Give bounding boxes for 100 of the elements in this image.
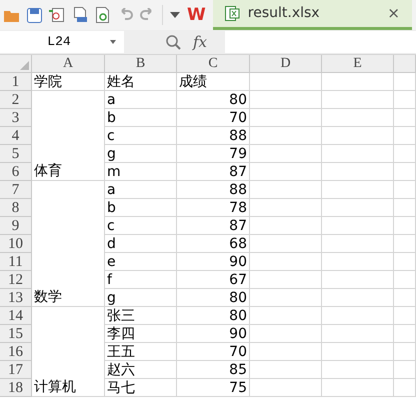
document-icon[interactable] bbox=[49, 7, 65, 23]
table-cell: d bbox=[105, 235, 177, 253]
empty-cell bbox=[322, 73, 394, 91]
empty-cell bbox=[394, 73, 416, 91]
empty-cell bbox=[250, 289, 322, 307]
table-cell: 80 bbox=[177, 91, 250, 109]
empty-cell bbox=[322, 199, 394, 217]
table-cell: 87 bbox=[177, 163, 250, 181]
empty-cell bbox=[394, 163, 416, 181]
preview-icon[interactable] bbox=[95, 7, 111, 23]
row-header: 7 bbox=[0, 181, 32, 199]
empty-cell bbox=[250, 163, 322, 181]
empty-cell bbox=[322, 343, 394, 361]
empty-cell bbox=[250, 217, 322, 235]
table-cell: e bbox=[105, 253, 177, 271]
row-header: 1 bbox=[0, 73, 32, 91]
empty-cell bbox=[394, 127, 416, 145]
table-cell: b bbox=[105, 109, 177, 127]
table-cell: 体育 bbox=[34, 162, 62, 180]
table-cell: 78 bbox=[177, 199, 250, 217]
table-cell: 90 bbox=[177, 253, 250, 271]
empty-cell bbox=[322, 325, 394, 343]
table-cell: 70 bbox=[177, 343, 250, 361]
printer-icon[interactable] bbox=[72, 7, 88, 23]
table-cell: 68 bbox=[177, 235, 250, 253]
empty-cell bbox=[394, 379, 416, 397]
table-cell: 80 bbox=[177, 289, 250, 307]
app-logo[interactable]: W bbox=[187, 6, 206, 24]
table-cell: 87 bbox=[177, 217, 250, 235]
function-button[interactable]: fx bbox=[193, 30, 208, 54]
table-cell: 张三 bbox=[105, 307, 177, 325]
close-button[interactable]: × bbox=[387, 2, 400, 25]
table-cell: 85 bbox=[177, 361, 250, 379]
empty-cell bbox=[394, 361, 416, 379]
empty-cell bbox=[250, 253, 322, 271]
empty-cell bbox=[394, 343, 416, 361]
search-icon[interactable] bbox=[166, 34, 181, 50]
table-cell: c bbox=[105, 217, 177, 235]
empty-cell bbox=[322, 361, 394, 379]
empty-cell bbox=[394, 145, 416, 163]
column-header: B bbox=[105, 55, 177, 73]
table-cell: g bbox=[105, 289, 177, 307]
name-box[interactable]: L24 bbox=[0, 31, 124, 53]
empty-cell bbox=[250, 325, 322, 343]
empty-cell bbox=[394, 217, 416, 235]
row-header: 18 bbox=[0, 379, 32, 397]
empty-cell bbox=[322, 109, 394, 127]
table-cell: 88 bbox=[177, 127, 250, 145]
header-cell: 成绩 bbox=[177, 73, 250, 91]
table-cell: 90 bbox=[177, 325, 250, 343]
empty-cell bbox=[322, 379, 394, 397]
row-header: 16 bbox=[0, 343, 32, 361]
row-header: 10 bbox=[0, 235, 32, 253]
table-cell: a bbox=[105, 181, 177, 199]
table-cell: a bbox=[105, 91, 177, 109]
header-cell: 学院 bbox=[32, 73, 105, 91]
dropdown-arrow-icon[interactable] bbox=[170, 12, 180, 18]
empty-cell bbox=[322, 289, 394, 307]
empty-cell bbox=[322, 217, 394, 235]
empty-cell bbox=[250, 145, 322, 163]
empty-cell bbox=[250, 199, 322, 217]
empty-cell bbox=[394, 271, 416, 289]
empty-cell bbox=[322, 145, 394, 163]
empty-cell bbox=[394, 181, 416, 199]
table-cell: b bbox=[105, 199, 177, 217]
table-cell: 75 bbox=[177, 379, 250, 397]
empty-cell bbox=[250, 181, 322, 199]
empty-cell bbox=[394, 91, 416, 109]
table-cell: 马七 bbox=[105, 379, 177, 397]
table-cell: 88 bbox=[177, 181, 250, 199]
save-icon[interactable] bbox=[27, 8, 42, 22]
row-header: 13 bbox=[0, 289, 32, 307]
empty-cell bbox=[394, 307, 416, 325]
row-header: 15 bbox=[0, 325, 32, 343]
tab-title: result.xlsx bbox=[248, 4, 320, 23]
empty-cell bbox=[250, 73, 322, 91]
row-header: 14 bbox=[0, 307, 32, 325]
column-header: C bbox=[177, 55, 250, 73]
table-cell: 数学 bbox=[34, 288, 62, 306]
table-cell: 王五 bbox=[105, 343, 177, 361]
empty-cell bbox=[250, 127, 322, 145]
column-header: D bbox=[250, 55, 322, 73]
row-header: 6 bbox=[0, 163, 32, 181]
table-cell: g bbox=[105, 145, 177, 163]
formula-input[interactable] bbox=[225, 31, 416, 53]
row-header: 12 bbox=[0, 271, 32, 289]
empty-cell bbox=[250, 271, 322, 289]
row-header: 11 bbox=[0, 253, 32, 271]
file-tab[interactable]: result.xlsx × bbox=[212, 0, 412, 30]
empty-cell bbox=[394, 289, 416, 307]
table-cell: 计算机 bbox=[34, 378, 76, 396]
empty-cell bbox=[322, 127, 394, 145]
empty-cell bbox=[322, 235, 394, 253]
column-header: A bbox=[32, 55, 105, 73]
row-header: 9 bbox=[0, 217, 32, 235]
empty-cell bbox=[250, 91, 322, 109]
table-cell: 67 bbox=[177, 271, 250, 289]
header-cell: 姓名 bbox=[105, 73, 177, 91]
empty-cell bbox=[250, 361, 322, 379]
folder-icon[interactable] bbox=[4, 8, 20, 22]
